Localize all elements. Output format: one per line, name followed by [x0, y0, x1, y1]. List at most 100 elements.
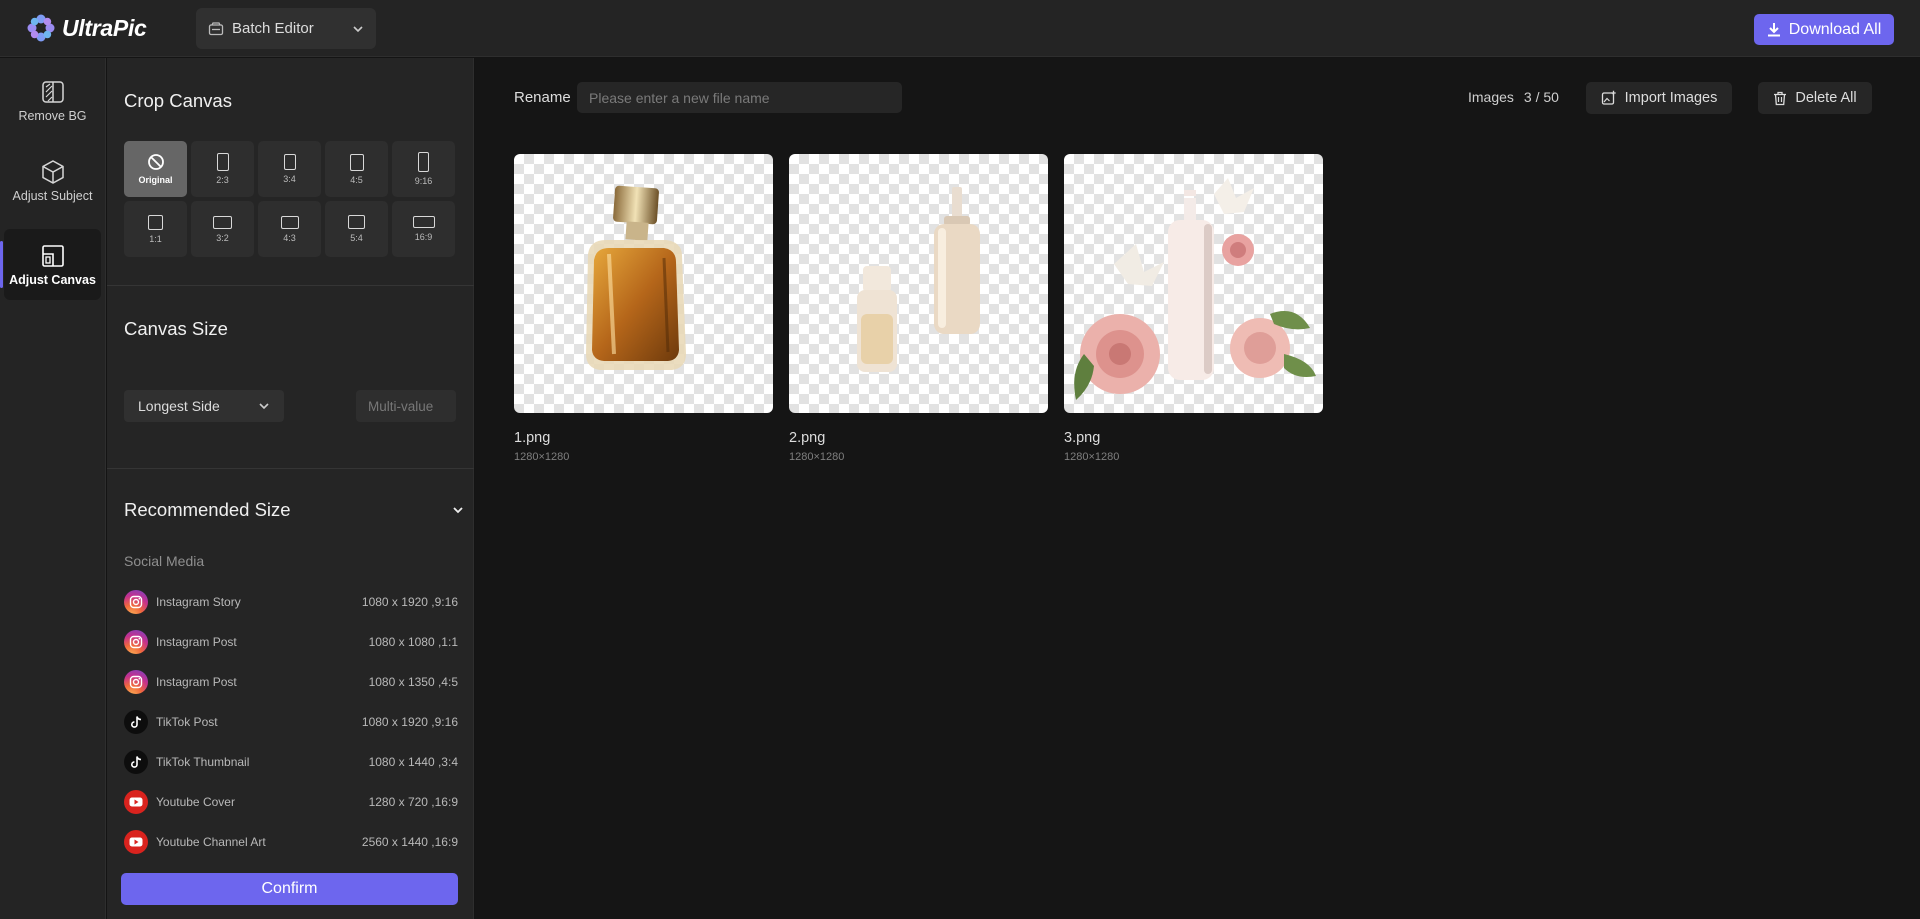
- preset-youtube-cover[interactable]: Youtube Cover 1280 x 720 ,16:9: [124, 789, 458, 815]
- ratio-label: 5:4: [350, 233, 363, 243]
- portrait-shape-icon: [418, 152, 429, 172]
- square-shape-icon: [148, 214, 163, 230]
- images-label: Images: [1468, 89, 1514, 105]
- image-file-name: 3.png: [1064, 430, 1101, 446]
- canvas-size-title: Canvas Size: [124, 318, 228, 339]
- rail-item-label: Remove BG: [18, 108, 87, 123]
- preset-size: 1080 x 1350 ,4:5: [368, 675, 458, 689]
- import-images-label: Import Images: [1624, 90, 1718, 106]
- preset-size: 1280 x 720 ,16:9: [368, 795, 458, 809]
- landscape-shape-icon: [213, 215, 232, 229]
- preset-tiktok-thumbnail[interactable]: TikTok Thumbnail 1080 x 1440 ,3:4: [124, 749, 458, 775]
- rail-item-label: Adjust Subject: [12, 188, 93, 203]
- image-thumbnail[interactable]: [514, 154, 773, 413]
- preset-size: 2560 x 1440 ,16:9: [361, 835, 458, 849]
- rail-item-label: Adjust Canvas: [9, 272, 96, 287]
- youtube-icon: [124, 790, 148, 814]
- tiktok-icon: [124, 710, 148, 734]
- landscape-shape-icon: [348, 215, 365, 229]
- preset-instagram-post-portrait[interactable]: Instagram Post 1080 x 1350 ,4:5: [124, 669, 458, 695]
- ratio-4-3[interactable]: 4:3: [258, 201, 321, 257]
- image-count: Images 3 / 50: [1468, 89, 1559, 105]
- rename-input[interactable]: [577, 82, 902, 113]
- ratio-label: 1:1: [149, 233, 162, 244]
- preset-name: Youtube Cover: [156, 795, 235, 809]
- ratio-3-2[interactable]: 3:2: [191, 201, 254, 257]
- preset-size: 1080 x 1440 ,3:4: [368, 755, 458, 769]
- recommended-size-toggle[interactable]: Recommended Size: [124, 499, 464, 521]
- images-count-value: 3 / 50: [1523, 89, 1559, 105]
- trash-icon: [1774, 91, 1787, 105]
- side-select-value: Longest Side: [138, 398, 220, 414]
- ratio-label: 4:5: [350, 174, 363, 185]
- divider: [107, 285, 474, 286]
- import-images-button[interactable]: Import Images: [1586, 82, 1732, 114]
- no-crop-icon: [147, 154, 164, 170]
- preset-name: TikTok Post: [156, 715, 218, 729]
- ratio-4-5[interactable]: 4:5: [325, 141, 388, 197]
- ratio-grid: Original 2:3 3:4 4:5 9:16 1:1 3:2 4:3 5:…: [124, 141, 458, 257]
- image-card[interactable]: 2.png 1280×1280: [789, 154, 1049, 463]
- preset-name: Instagram Post: [156, 635, 237, 649]
- preset-size: 1080 x 1080 ,1:1: [368, 635, 458, 649]
- ratio-3-4[interactable]: 3:4: [258, 141, 321, 197]
- ratio-2-3[interactable]: 2:3: [191, 141, 254, 197]
- ratio-16-9[interactable]: 16:9: [392, 201, 455, 257]
- logo-icon: [27, 14, 55, 42]
- portrait-shape-icon: [349, 153, 364, 171]
- confirm-button[interactable]: Confirm: [121, 873, 458, 905]
- ratio-5-4[interactable]: 5:4: [325, 201, 388, 257]
- logo-text: UltraPic: [62, 14, 147, 41]
- download-all-button[interactable]: Download All: [1754, 14, 1894, 45]
- remove-bg-icon: [41, 80, 64, 103]
- side-select[interactable]: Longest Side: [124, 390, 284, 422]
- tool-rail: Remove BG Adjust Subject Adjust Canvas: [0, 58, 106, 919]
- logo[interactable]: UltraPic: [26, 13, 147, 43]
- divider: [107, 468, 474, 469]
- image-dimensions: 1280×1280: [1064, 451, 1120, 463]
- top-bar: UltraPic Batch Editor Download All: [0, 0, 1920, 57]
- youtube-icon: [124, 830, 148, 854]
- ratio-original[interactable]: Original: [124, 141, 187, 197]
- rename-label: Rename: [514, 89, 571, 106]
- image-thumbnail[interactable]: [789, 154, 1048, 413]
- preset-tiktok-post[interactable]: TikTok Post 1080 x 1920 ,9:16: [124, 709, 458, 735]
- delete-all-button[interactable]: Delete All: [1758, 82, 1872, 114]
- image-card[interactable]: 1.png 1280×1280: [514, 154, 774, 463]
- mode-select[interactable]: Batch Editor: [196, 8, 376, 49]
- preset-instagram-story[interactable]: Instagram Story 1080 x 1920 ,9:16: [124, 589, 458, 615]
- settings-panel: Crop Canvas Original 2:3 3:4 4:5 9:16 1:…: [107, 58, 474, 919]
- portrait-shape-icon: [283, 154, 296, 170]
- image-workspace: Rename Images 3 / 50 Import Images Delete…: [475, 58, 1920, 919]
- download-icon: [1767, 23, 1780, 37]
- preset-name: Instagram Post: [156, 675, 237, 689]
- instagram-icon: [124, 630, 148, 654]
- landscape-shape-icon: [280, 215, 299, 229]
- image-card[interactable]: 3.png 1280×1280: [1064, 154, 1324, 463]
- rail-item-remove-bg[interactable]: Remove BG: [4, 65, 101, 136]
- size-value-input[interactable]: [356, 390, 456, 422]
- ratio-1-1[interactable]: 1:1: [124, 201, 187, 257]
- cosmetic-bottles-image: [857, 187, 980, 372]
- rail-item-adjust-subject[interactable]: Adjust Subject: [4, 145, 101, 216]
- ratio-label: 9:16: [414, 176, 433, 186]
- ratio-label: 2:3: [216, 175, 229, 185]
- rail-item-adjust-canvas[interactable]: Adjust Canvas: [0, 229, 101, 300]
- instagram-icon: [124, 670, 148, 694]
- add-image-icon: [1601, 90, 1616, 105]
- preset-name: TikTok Thumbnail: [156, 755, 250, 769]
- image-file-name: 2.png: [789, 430, 826, 446]
- editor-icon: [208, 21, 224, 35]
- perfume-bottle-image: [586, 185, 686, 370]
- image-dimensions: 1280×1280: [789, 451, 845, 463]
- preset-youtube-channel-art[interactable]: Youtube Channel Art 2560 x 1440 ,16:9: [124, 829, 458, 855]
- ratio-label: 16:9: [414, 232, 433, 242]
- image-thumbnail[interactable]: [1064, 154, 1323, 413]
- chevron-down-icon: [259, 403, 269, 410]
- download-all-label: Download All: [1788, 20, 1882, 38]
- preset-instagram-post-square[interactable]: Instagram Post 1080 x 1080 ,1:1: [124, 629, 458, 655]
- delete-all-label: Delete All: [1795, 90, 1857, 106]
- landscape-shape-icon: [412, 216, 435, 228]
- ratio-9-16[interactable]: 9:16: [392, 141, 455, 197]
- chevron-down-icon: [353, 25, 363, 32]
